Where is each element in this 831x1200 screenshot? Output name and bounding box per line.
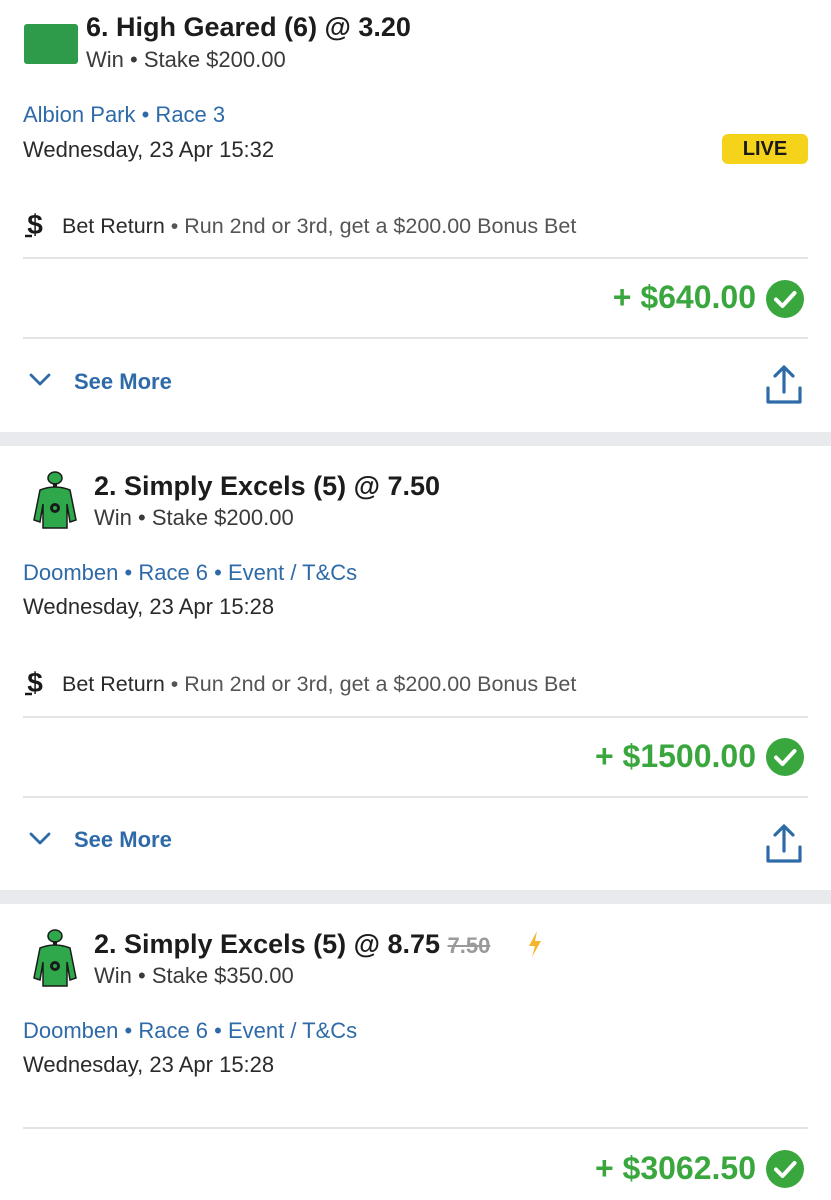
see-more-button[interactable]: See More (74, 369, 172, 395)
promo-line: Bet Return • Run 2nd or 3rd, get a $200.… (62, 672, 576, 697)
live-badge: LIVE (722, 134, 808, 164)
promo-line: Bet Return • Run 2nd or 3rd, get a $200.… (62, 214, 576, 239)
selection-title: 6. High Geared (6) @ 3.20 (86, 12, 411, 42)
chevron-down-icon[interactable] (28, 831, 52, 847)
divider (23, 257, 808, 259)
chevron-down-icon[interactable] (28, 372, 52, 388)
winnings-amount: + $640.00 (612, 279, 756, 315)
bet-subtitle: Win • Stake $200.00 (94, 505, 294, 530)
divider (23, 337, 808, 339)
bet-subtitle: Win • Stake $350.00 (94, 963, 294, 988)
selection-title: 2. Simply Excels (5) @ 7.50 (94, 471, 441, 501)
race-datetime: Wednesday, 23 Apr 15:28 (23, 1052, 275, 1077)
race-datetime: Wednesday, 23 Apr 15:32 (23, 137, 275, 162)
share-icon[interactable] (764, 364, 804, 406)
check-circle-icon (766, 280, 804, 318)
bet-subtitle: Win • Stake $200.00 (86, 47, 286, 72)
venue-link[interactable]: Albion Park • Race 3 (23, 102, 225, 128)
check-circle-icon (766, 738, 804, 776)
selection-title: 2. Simply Excels (5) @ 8.75 7.50 (94, 929, 490, 960)
dollar-return-icon: $ (25, 210, 43, 240)
promo-label: Bet Return (62, 214, 165, 238)
lightning-boost-icon (529, 931, 541, 957)
card-separator (0, 890, 831, 904)
dollar-return-icon: $ (25, 668, 43, 698)
divider (23, 1127, 808, 1129)
divider (23, 716, 808, 718)
old-odds: 7.50 (447, 933, 491, 958)
promo-text: • Run 2nd or 3rd, get a $200.00 Bonus Be… (164, 214, 577, 238)
jockey-silks-icon (33, 929, 77, 987)
promo-text: • Run 2nd or 3rd, get a $200.00 Bonus Be… (164, 672, 577, 696)
divider (23, 796, 808, 798)
jockey-silks-icon (33, 471, 77, 529)
green-flag-icon (24, 24, 78, 64)
venue-link[interactable]: Doomben • Race 6 • Event / T&Cs (23, 1018, 357, 1044)
see-more-button[interactable]: See More (74, 827, 172, 853)
share-icon[interactable] (764, 823, 804, 865)
card-separator (0, 432, 831, 446)
winnings-amount: + $3062.50 (594, 1150, 756, 1186)
race-datetime: Wednesday, 23 Apr 15:28 (23, 594, 275, 619)
check-circle-icon (766, 1150, 804, 1188)
selection-name-odds: 2. Simply Excels (5) @ 8.75 (94, 929, 441, 959)
promo-label: Bet Return (62, 672, 165, 696)
venue-link[interactable]: Doomben • Race 6 • Event / T&Cs (23, 560, 357, 586)
winnings-amount: + $1500.00 (594, 738, 756, 774)
